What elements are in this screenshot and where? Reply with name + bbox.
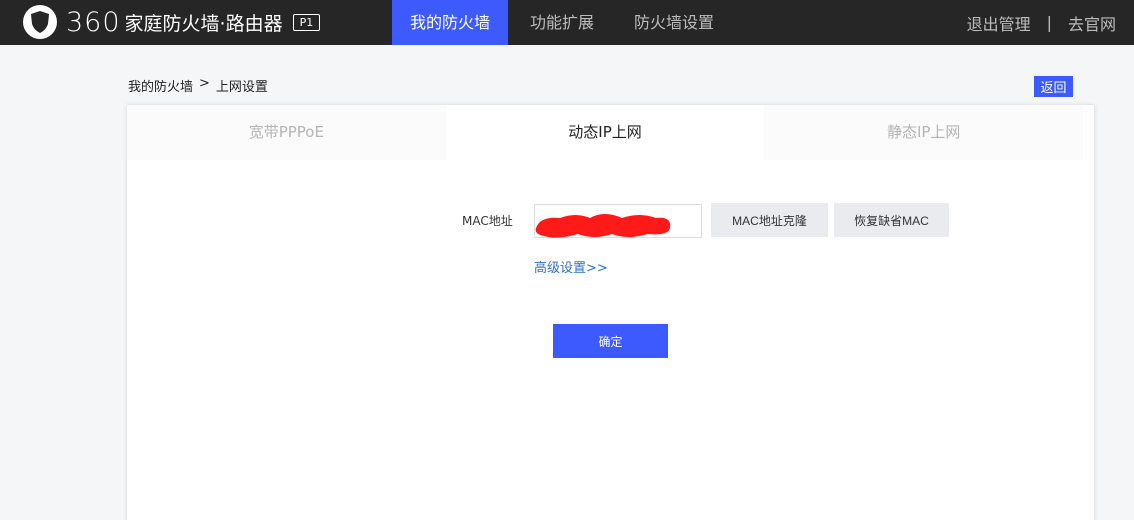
main-nav: 我的防火墙 功能扩展 防火墙设置: [392, 0, 736, 45]
brand-name: 家庭防火墙·路由器: [124, 12, 283, 35]
tab-pppoe[interactable]: 宽带PPPoE: [127, 105, 446, 160]
breadcrumb: 我的防火墙 > 上网设置: [128, 76, 268, 95]
brand: 360 家庭防火墙·路由器 P1: [66, 6, 321, 38]
settings-card: 宽带PPPoE 动态IP上网 静态IP上网 MAC地址 MAC地址克隆 恢复缺省…: [127, 105, 1094, 520]
shield-logo-icon: [23, 5, 57, 39]
brand-number: 360: [66, 6, 121, 38]
top-right-links: 退出管理 | 去官网: [967, 0, 1116, 45]
logout-link[interactable]: 退出管理: [967, 11, 1031, 35]
link-separator: |: [1046, 13, 1052, 32]
breadcrumb-separator: >: [199, 76, 210, 91]
mac-clone-button[interactable]: MAC地址克隆: [711, 203, 828, 237]
top-bar: 360 家庭防火墙·路由器 P1 我的防火墙 功能扩展 防火墙设置 退出管理 |…: [0, 0, 1134, 45]
tab-dhcp[interactable]: 动态IP上网: [445, 105, 765, 160]
nav-my-firewall[interactable]: 我的防火墙: [392, 0, 509, 45]
nav-firewall-settings[interactable]: 防火墙设置: [616, 0, 732, 45]
mac-address-label: MAC地址: [462, 214, 513, 228]
official-site-link[interactable]: 去官网: [1068, 11, 1116, 35]
breadcrumb-current: 上网设置: [215, 80, 268, 95]
breadcrumb-parent[interactable]: 我的防火墙: [128, 76, 193, 95]
brand-badge: P1: [292, 13, 321, 31]
redaction-mark: [535, 214, 671, 238]
tab-static-ip[interactable]: 静态IP上网: [764, 105, 1084, 160]
connection-tabs: 宽带PPPoE 动态IP上网 静态IP上网: [127, 105, 1084, 160]
nav-extensions[interactable]: 功能扩展: [512, 0, 612, 45]
back-button[interactable]: 返回: [1034, 76, 1073, 97]
restore-default-mac-button[interactable]: 恢复缺省MAC: [834, 203, 949, 237]
advanced-settings-link[interactable]: 高级设置>>: [534, 257, 608, 276]
confirm-button[interactable]: 确定: [553, 324, 668, 358]
